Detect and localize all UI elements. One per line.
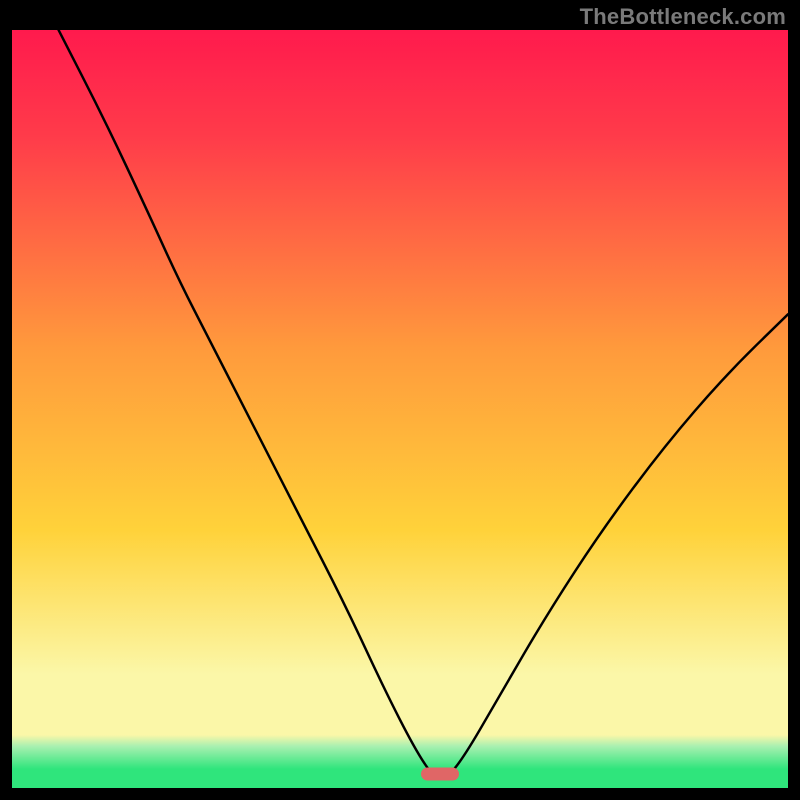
chart-root: TheBottleneck.com	[0, 0, 800, 800]
curve-path	[59, 30, 788, 779]
plot-area	[12, 30, 788, 788]
bottleneck-curve	[12, 30, 788, 788]
optimum-marker	[421, 768, 459, 781]
watermark-text: TheBottleneck.com	[580, 4, 786, 30]
